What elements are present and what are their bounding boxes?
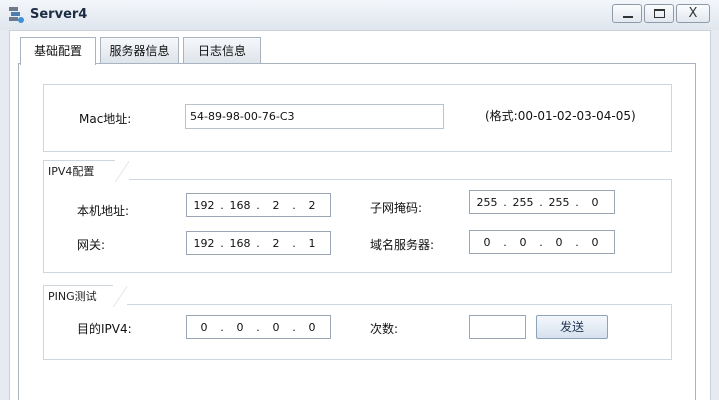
- ip-dot: .: [503, 235, 507, 249]
- gateway-label: 网关:: [77, 238, 106, 252]
- ip-dot: .: [575, 235, 579, 249]
- ip-octet: 0: [483, 235, 491, 249]
- ip-octet: 0: [555, 235, 563, 249]
- ip-octet: 168: [229, 198, 251, 212]
- ip-dot: .: [220, 320, 224, 334]
- ip-octet: 0: [236, 320, 244, 334]
- ping-section-title: PING测试: [43, 285, 127, 307]
- server-icon: [9, 7, 24, 23]
- gateway-field[interactable]: 192. 168. 2. 1: [186, 231, 331, 255]
- target-ipv4-field[interactable]: 0. 0. 0. 0: [186, 315, 331, 339]
- local-ip-field[interactable]: 192. 168. 2. 2: [186, 193, 331, 217]
- ip-octet: 168: [229, 236, 251, 250]
- ip-octet: 0: [591, 235, 599, 249]
- ip-dot: .: [539, 235, 543, 249]
- ip-dot: .: [256, 320, 260, 334]
- mac-format-hint: (格式:00-01-02-03-04-05): [485, 109, 636, 123]
- minimize-icon: [613, 5, 641, 22]
- ping-count-field[interactable]: [469, 315, 526, 339]
- ip-octet: 0: [591, 195, 599, 209]
- tab-basic-config[interactable]: 基础配置: [20, 37, 96, 65]
- local-ip-label: 本机地址:: [77, 204, 130, 218]
- ip-octet: 2: [308, 198, 316, 212]
- window-right-border: [710, 30, 719, 400]
- ip-dot: .: [292, 236, 296, 250]
- ip-octet: 192: [193, 198, 215, 212]
- ip-dot: .: [292, 198, 296, 212]
- ip-dot: .: [220, 198, 224, 212]
- mac-address-field[interactable]: 54-89-98-00-76-C3: [185, 104, 444, 129]
- ip-octet: 255: [476, 195, 498, 209]
- target-ipv4-label: 目的IPV4:: [77, 322, 132, 336]
- ipv4-section-title: IPV4配置: [43, 160, 129, 182]
- window-title: Server4: [30, 7, 88, 22]
- ip-octet: 0: [272, 320, 280, 334]
- server-config-window: Server4 X 基础配置 服务器信息 日志信息 Mac地址: 54-89-9…: [0, 0, 719, 400]
- ip-dot: .: [256, 236, 260, 250]
- tab-log-info[interactable]: 日志信息: [183, 37, 261, 64]
- ping-count-label: 次数:: [370, 322, 399, 336]
- ip-dot: .: [256, 198, 260, 212]
- mac-address-label: Mac地址:: [79, 112, 132, 126]
- window-left-border: [0, 30, 10, 400]
- minimize-button[interactable]: [612, 4, 642, 23]
- subnet-mask-field[interactable]: 255. 255. 255. 0: [469, 190, 615, 214]
- maximize-icon: [645, 5, 673, 22]
- send-button[interactable]: 发送: [536, 315, 608, 339]
- ip-dot: .: [503, 195, 507, 209]
- close-button[interactable]: X: [676, 4, 710, 23]
- ip-dot: .: [292, 320, 296, 334]
- ip-octet: 0: [519, 235, 527, 249]
- close-icon: X: [688, 6, 698, 21]
- subnet-mask-label: 子网掩码:: [370, 201, 423, 215]
- dns-server-label: 域名服务器:: [370, 238, 435, 252]
- ip-octet: 255: [512, 195, 534, 209]
- maximize-button[interactable]: [644, 4, 674, 23]
- dns-server-field[interactable]: 0. 0. 0. 0: [469, 230, 615, 254]
- ip-dot: .: [539, 195, 543, 209]
- ip-dot: .: [575, 195, 579, 209]
- ip-octet: 255: [548, 195, 570, 209]
- ip-octet: 2: [272, 236, 280, 250]
- ip-octet: 192: [193, 236, 215, 250]
- title-bar[interactable]: Server4 X: [0, 0, 719, 31]
- ip-octet: 0: [200, 320, 208, 334]
- ip-dot: .: [220, 236, 224, 250]
- ip-octet: 1: [308, 236, 316, 250]
- ip-octet: 0: [308, 320, 316, 334]
- tab-server-info[interactable]: 服务器信息: [100, 37, 179, 64]
- ip-octet: 2: [272, 198, 280, 212]
